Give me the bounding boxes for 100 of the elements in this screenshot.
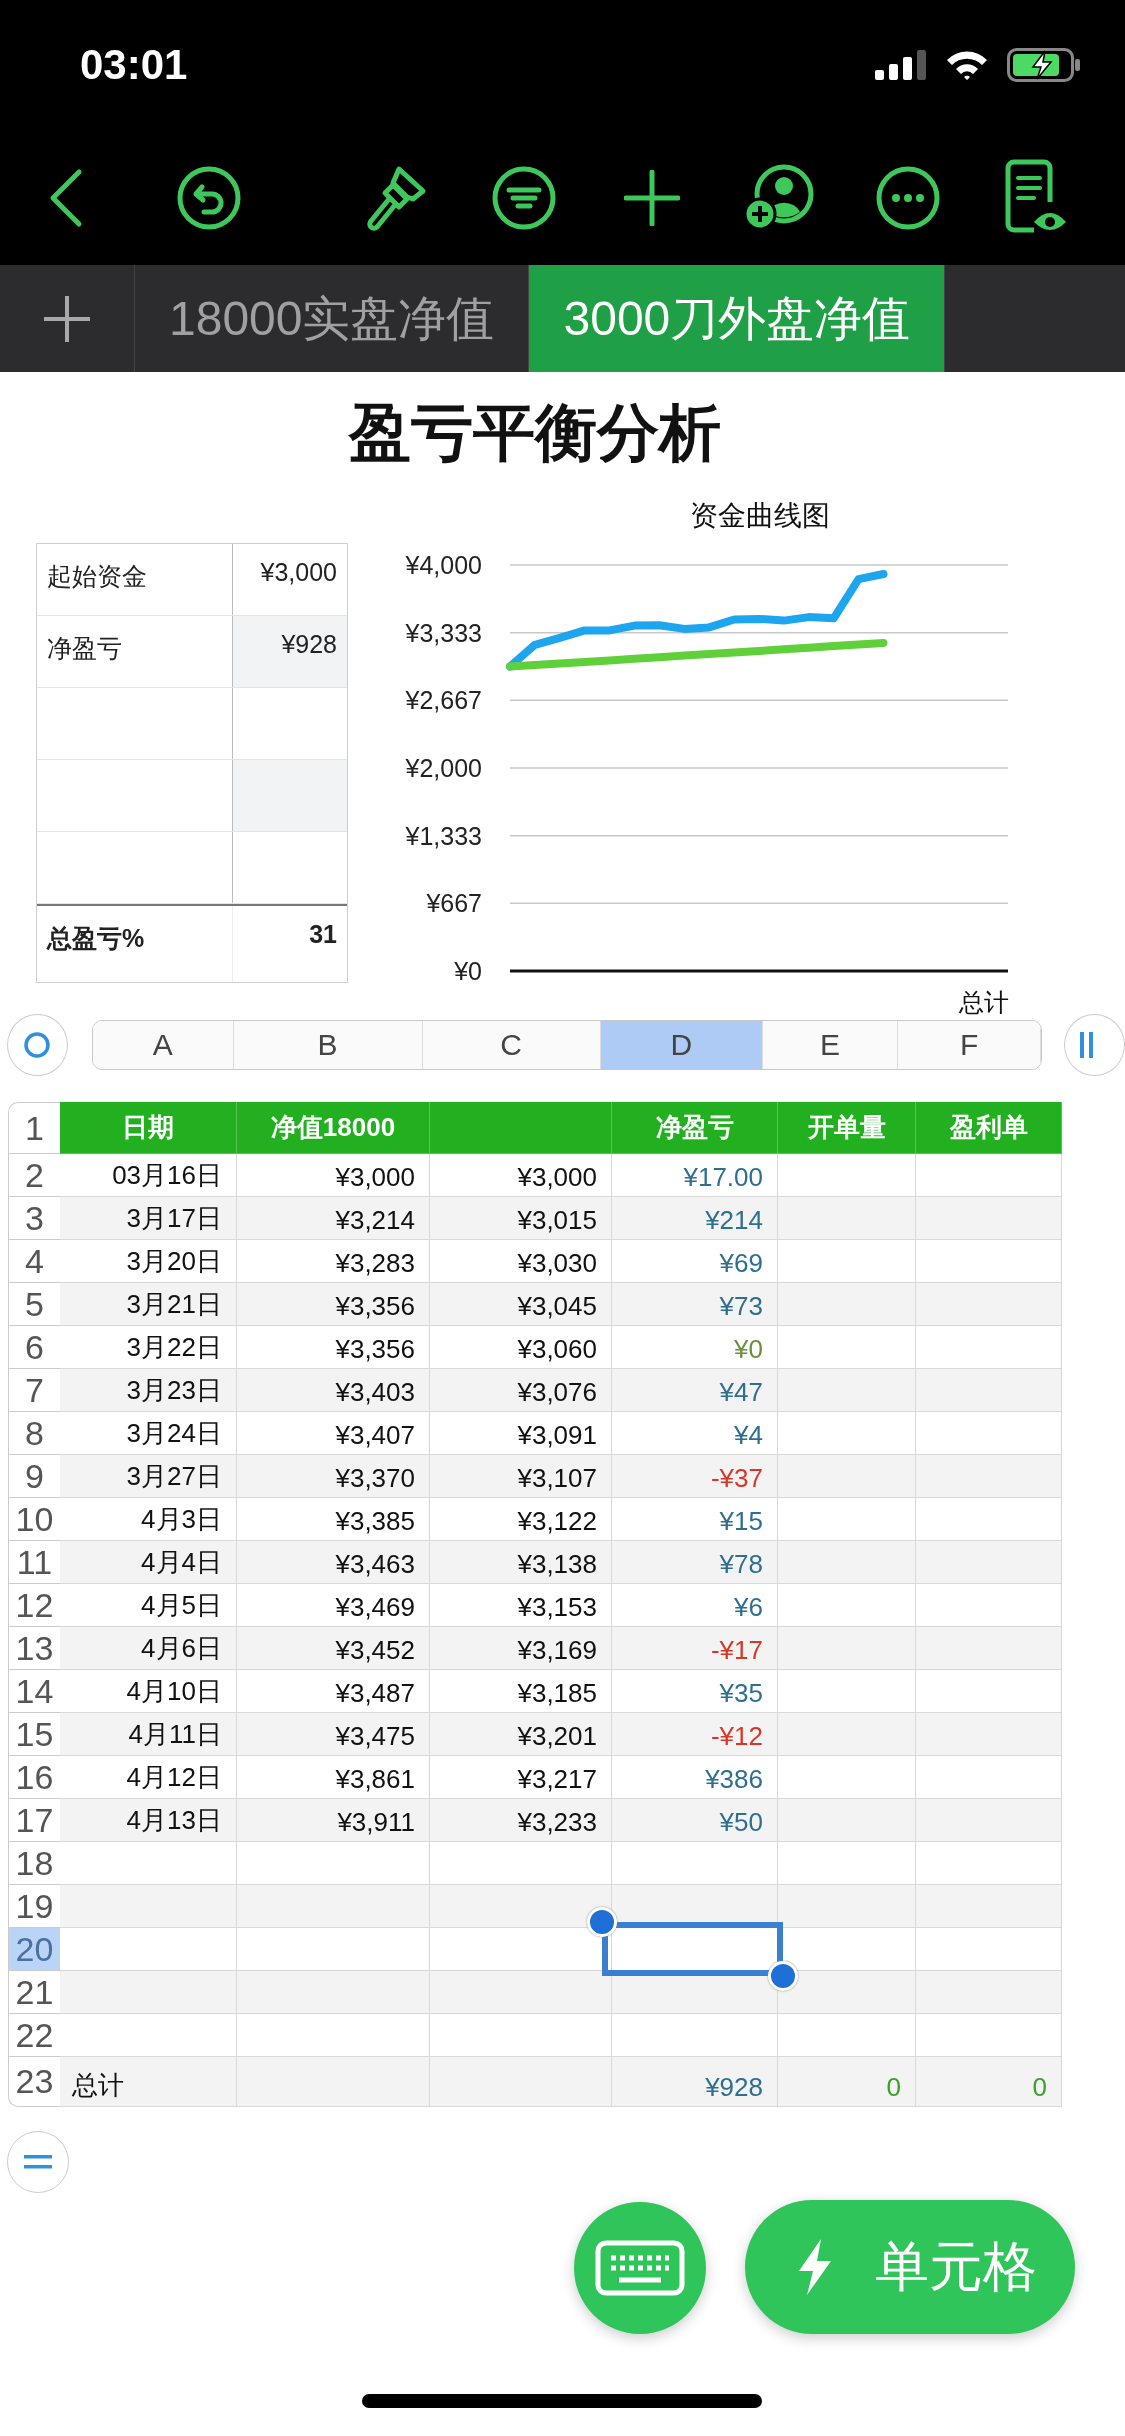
plus-icon [624,169,680,226]
table-cell: 3月20日 [60,1240,237,1283]
row-number[interactable]: 14 [8,1670,60,1713]
header-cell: 净值18000 [237,1102,430,1154]
column-header[interactable]: A [92,1021,234,1069]
table-cell: ¥4 [612,1412,778,1455]
wifi-icon [945,49,989,81]
table-cell: ¥3,452 [237,1627,430,1670]
table-cell: ¥3,217 [430,1756,612,1799]
table-cell: ¥386 [612,1756,778,1799]
table-cell: -¥17 [612,1627,778,1670]
row-number[interactable]: 1 [8,1102,60,1154]
table-cell: ¥3,000 [237,1154,430,1197]
table-cell: 3月17日 [60,1197,237,1240]
table-cell: ¥3,214 [237,1197,430,1240]
table-cell: ¥3,060 [430,1326,612,1369]
table-cell: ¥47 [612,1369,778,1412]
table-cell: ¥3,122 [430,1498,612,1541]
row-number[interactable]: 10 [8,1498,60,1541]
sheet-title: 盈亏平衡分析 [347,397,722,468]
table-cell: ¥15 [612,1498,778,1541]
table-cell: ¥3,407 [237,1412,430,1455]
table-cell: ¥0 [612,1326,778,1369]
table-cell: 3月27日 [60,1455,237,1498]
table-cell: 总计 [60,2057,237,2107]
table-cell: 4月13日 [60,1799,237,1842]
row-number[interactable]: 16 [8,1756,60,1799]
axis-label: ¥4,000 [405,551,482,579]
summary-value: ¥928 [233,616,347,687]
header-cell: 日期 [60,1102,237,1154]
table-cell: ¥3,233 [430,1799,612,1842]
column-header[interactable]: E [763,1021,899,1069]
table-cell: 4月3日 [60,1498,237,1541]
table-cell: ¥3,403 [237,1369,430,1412]
table-cell: ¥3,861 [237,1756,430,1799]
column-header[interactable]: D [600,1021,764,1069]
row-number[interactable]: 18 [8,1842,60,1885]
table-cell: 3月23日 [60,1369,237,1412]
summary-label: 总盈亏% [37,906,233,982]
chart-title: 资金曲线图 [690,500,830,531]
column-header[interactable]: B [233,1021,423,1069]
table-cell: 3月24日 [60,1412,237,1455]
table-cell: ¥3,463 [237,1541,430,1584]
table-cell: ¥3,469 [237,1584,430,1627]
column-header[interactable]: F [898,1021,1041,1069]
table-cell: ¥69 [612,1240,778,1283]
table-cell: 3月21日 [60,1283,237,1326]
table-cell: ¥3,138 [430,1541,612,1584]
axis-label: ¥3,333 [405,618,482,647]
row-number[interactable]: 4 [8,1240,60,1283]
row-number[interactable]: 9 [8,1455,60,1498]
table-cell: ¥3,201 [430,1713,612,1756]
row-number[interactable]: 23 [8,2057,60,2107]
undo-icon [176,164,242,231]
row-number[interactable]: 21 [8,1971,60,2014]
header-cell: 盈利单 [916,1102,1062,1154]
row-number[interactable]: 19 [8,1885,60,1928]
table-cell: -¥12 [612,1713,778,1756]
row-number[interactable]: 2 [8,1154,60,1197]
row-number[interactable]: 12 [8,1584,60,1627]
row-number[interactable]: 7 [8,1369,60,1412]
row-number[interactable]: 15 [8,1713,60,1756]
table-cell: ¥3,385 [237,1498,430,1541]
table-cell: ¥3,015 [430,1197,612,1240]
table-cell: 4月10日 [60,1670,237,1713]
table-cell: 3月22日 [60,1326,237,1369]
row-number[interactable]: 13 [8,1627,60,1670]
row-number[interactable]: 17 [8,1799,60,1842]
row-number[interactable]: 22 [8,2014,60,2057]
summary-label: 起始资金 [37,544,233,615]
row-number[interactable]: 8 [8,1412,60,1455]
table-cell: ¥35 [612,1670,778,1713]
row-number[interactable]: 5 [8,1283,60,1326]
table-cell: 4月11日 [60,1713,237,1756]
table-cell: -¥37 [612,1455,778,1498]
row-number[interactable]: 11 [8,1541,60,1584]
axis-label: ¥2,000 [405,754,482,782]
table-cell: 0 [778,2057,916,2107]
table-cell: ¥3,283 [237,1240,430,1283]
keyboard-icon [595,2240,685,2296]
table-cell: ¥3,091 [430,1412,612,1455]
axis-label: ¥0 [454,957,482,985]
table-cell: 4月5日 [60,1584,237,1627]
table-cell: ¥3,076 [430,1369,612,1412]
table-cell: ¥17.00 [612,1154,778,1197]
table-cell: ¥214 [612,1197,778,1240]
pause-icon [1079,1032,1095,1058]
equals-icon [24,2154,52,2170]
ring-icon [23,1031,52,1059]
table-cell: ¥78 [612,1541,778,1584]
axis-title: 总计 [959,988,1009,1016]
row-number[interactable]: 3 [8,1197,60,1240]
column-header[interactable]: C [422,1021,601,1069]
table-cell: ¥3,185 [430,1670,612,1713]
table-cell: 03月16日 [60,1154,237,1197]
table-cell: ¥3,487 [237,1670,430,1713]
summary-value: ¥3,000 [259,557,338,588]
row-number[interactable]: 6 [8,1326,60,1369]
table-cell: ¥3,045 [430,1283,612,1326]
table-cell: 4月4日 [60,1541,237,1584]
